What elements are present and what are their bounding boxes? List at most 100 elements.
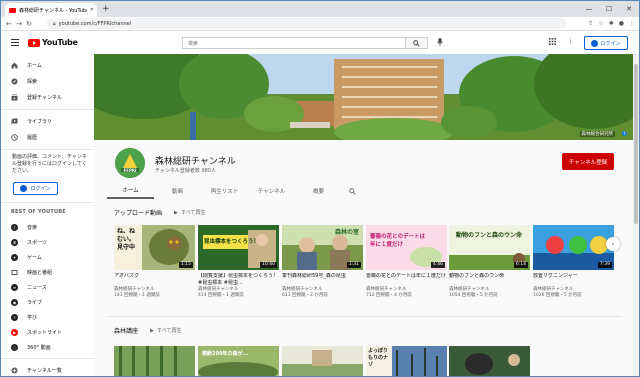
shelf-title[interactable]: 森林講座 [114,326,138,335]
video-duration: 6:14 [513,262,528,268]
shelf-title[interactable]: アップロード動画 [114,208,162,217]
sidebar-item-label: 探索 [27,78,38,85]
reload-icon[interactable]: ↻ [24,20,34,28]
tab-channels[interactable]: チャンネル [248,183,295,199]
window-controls: — ☐ ✕ [579,1,639,17]
video-thumbnail[interactable]: 森林の室 1:31 [282,225,363,270]
video-thumbnail[interactable]: 動物のフンと森のウン命 6:14 [449,225,530,270]
close-window-icon[interactable]: ✕ [619,1,639,17]
sidebar-item-label: ゲーム [27,254,42,261]
sidebar-item-news[interactable]: ≡ ニュース [1,280,94,294]
header-login-button[interactable]: ログイン [584,36,628,50]
history-icon [11,133,18,141]
video-thumbnail[interactable] [449,346,530,376]
sidebar-item-360[interactable]: ◌ 360° 動画 [1,340,94,354]
shelf-next-arrow-icon[interactable]: › [606,237,620,251]
youtube-header: YouTube 検索 ⋮ ログイン [1,32,639,54]
search-input[interactable]: 検索 [182,37,406,49]
video-card[interactable]: 薔薇の花とのデートは年に１度だけ 4:46 薔薇の花とのデートは年に１度だけ 森… [366,225,447,299]
star-icon[interactable]: ☆ [598,20,603,27]
video-thumbnail[interactable]: よっぽり もりのナゾ [366,346,447,376]
profile-icon[interactable]: ● [619,20,624,27]
video-thumbnail[interactable]: 樹齢200年の森が... [198,346,279,376]
sidebar-item-learning[interactable]: ✧ 学び [1,310,94,324]
facebook-icon[interactable]: f [622,131,627,136]
tab-about[interactable]: 概要 [295,183,342,199]
forward-icon[interactable]: → [14,20,24,28]
scrollbar-thumb[interactable] [634,64,638,224]
page-scrollbar[interactable] [633,54,639,376]
subscribe-button[interactable]: チャンネル登録 [562,153,614,170]
video-title[interactable]: アオバズク [114,273,195,287]
sidebar-login-button[interactable]: ログイン [13,182,58,195]
address-bar[interactable]: 🔒︎ youtube.com/c/FFPRIchannel [47,18,567,29]
sidebar-item-history[interactable]: 履歴 [1,130,94,144]
library-icon [11,118,18,125]
video-thumbnail[interactable]: 昆虫標本をつくろう！ 10:40 [198,225,279,270]
minimize-icon[interactable]: — [579,1,599,17]
share-icon[interactable]: ⇪ [588,20,593,27]
tab-playlists[interactable]: 再生リスト [201,183,248,199]
sidebar-item-spotlight[interactable]: ▶ スポットライト [1,325,94,339]
sidebar-item-browse-channels[interactable]: チャンネル一覧 [1,363,94,376]
tab-videos[interactable]: 動画 [154,183,201,199]
search-button[interactable] [406,37,428,49]
play-all-button[interactable]: ▶ すべて再生 [174,209,205,216]
menu-icon[interactable]: ⋮ [629,20,635,27]
video-card[interactable]: 昆虫標本をつくろう！ 10:40 【閲覧支援】昆虫標本をつくろう！ #昆虫標本 … [198,225,279,299]
video-title[interactable]: 季刊森林総研59号_森の昆虫 [282,273,363,287]
video-thumbnail[interactable]: 薔薇の花とのデートは年に１度だけ 4:46 [366,225,447,270]
video-duration: 7:39 [597,262,612,268]
sidebar-item-label: 登録チャンネル [27,94,62,101]
maximize-icon[interactable]: ☐ [599,1,619,17]
video-title[interactable]: 薔薇の花とのデートは年に１度だけ [366,273,447,287]
video-thumbnail[interactable] [114,346,195,376]
video-title[interactable]: 【閲覧支援】昆虫標本をつくろう！ #昆虫標本 #昆虫... [198,273,279,287]
video-thumbnail[interactable]: 7:39 [533,225,614,270]
menu-hamburger-icon[interactable] [11,39,19,46]
video-meta: 1026 回視聴・5 か月前 [533,293,582,298]
sidebar-item-subscriptions[interactable]: 登録チャンネル [1,90,94,104]
close-tab-icon[interactable]: ✕ [90,7,97,13]
sidebar-item-label: ライブラリ [27,118,53,125]
microphone-icon[interactable] [437,38,443,48]
video-title[interactable]: 放置リグニンジャー [533,273,614,287]
youtube-logo[interactable]: YouTube [28,38,78,47]
sidebar-item-music[interactable]: ♪ 音楽 [1,220,94,234]
back-icon[interactable]: ← [4,20,14,28]
sidebar-item-library[interactable]: ライブラリ [1,114,94,128]
thumbnail-overlay-text: よっぽり もりのナゾ [368,348,389,368]
apps-grid-icon[interactable] [549,38,556,47]
play-all-button[interactable]: ▶ すべて再生 [150,327,181,334]
browser-tab[interactable]: 森林総研チャンネル - YouTube ✕ [5,3,97,17]
compass-icon [11,78,18,85]
extensions-icon[interactable]: ✱ [609,20,614,27]
video-card[interactable]: ね、ねむい。見守中 1:15 アオバズク 森林総研チャンネル 141 回視聴・1… [114,225,195,299]
trophy-icon: ♛ [11,238,18,246]
new-tab-button[interactable]: + [102,4,110,14]
plus-circle-icon [11,367,18,374]
tab-home[interactable]: ホーム [107,183,154,199]
channel-avatar[interactable]: FFPRI [115,148,145,178]
video-meta: 1054 回視聴・5 か月前 [449,293,498,298]
sidebar-item-home[interactable]: ホーム [1,58,94,72]
logo-text: YouTube [42,38,78,47]
channel-search-icon[interactable] [342,183,362,199]
video-meta: 611 回視聴・2 か月前 [282,293,328,298]
sidebar-item-sports[interactable]: ♛ スポーツ [1,235,94,249]
header-login-label: ログイン [600,40,621,47]
sidebar-item-label: スポーツ [27,239,47,246]
sidebar-item-gaming[interactable]: ✦ ゲーム [1,250,94,264]
sidebar-item-movies[interactable]: 映画と番組 [1,265,94,279]
video-card[interactable]: 森林の室 1:31 季刊森林総研59号_森の昆虫 森林総研チャンネル 611 回… [282,225,363,299]
video-card[interactable]: 動物のフンと森のウン命 6:14 動物のフンと森のウン命 森林総研チャンネル 1… [449,225,530,299]
settings-dots-icon[interactable]: ⋮ [567,37,574,45]
video-title[interactable]: 動物のフンと森のウン命 [449,273,530,287]
sidebar-item-label: ライブ [27,299,43,306]
video-card[interactable]: 7:39 放置リグニンジャー 森林総研チャンネル 1026 回視聴・5 か月前 [533,225,614,299]
sidebar-item-live[interactable]: ◉ ライブ [1,295,94,309]
video-thumbnail[interactable] [282,346,363,376]
video-thumbnail[interactable]: ね、ねむい。見守中 1:15 [114,225,195,270]
subscriptions-icon [11,94,18,101]
sidebar-item-explore[interactable]: 探索 [1,74,94,88]
